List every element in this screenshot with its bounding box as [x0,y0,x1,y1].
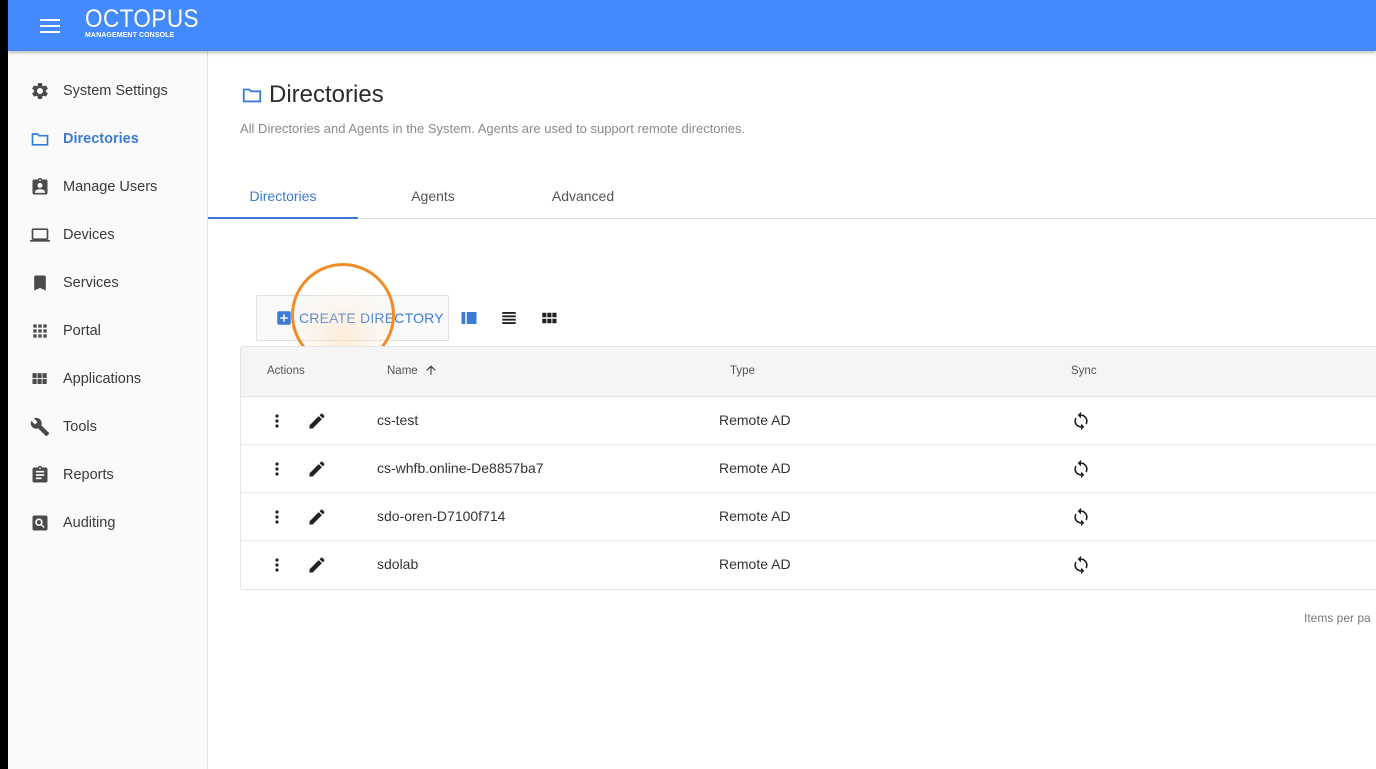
view-module-icon [32,373,47,384]
edit-pencil-icon[interactable] [307,459,327,479]
brand-logo[interactable]: OCTOPUS MANAGEMENT CONSOLE [85,6,212,39]
directory-type: Remote AD [719,460,791,476]
directory-type: Remote AD [719,556,791,572]
wrench-icon [30,417,50,437]
column-header-name[interactable]: Name [387,365,418,377]
sidebar-item-tools[interactable]: Tools [8,403,207,451]
table-header: Actions Name Type Sync [241,347,1376,397]
tab-directories[interactable]: Directories [208,178,358,219]
table-row[interactable]: cs-whfb.online-De8857ba7 Remote AD [241,445,1376,493]
directory-name: sdolab [377,556,419,572]
page-title: Directories [241,81,384,109]
edit-pencil-icon[interactable] [307,411,327,431]
grid-view-icon[interactable] [540,309,558,327]
user-badge-icon [32,177,48,195]
sidebar-item-portal[interactable]: Portal [8,307,207,355]
top-bar: OCTOPUS MANAGEMENT CONSOLE [8,0,1376,51]
directory-name: cs-test [377,412,419,428]
bookmark-icon [34,275,46,291]
sidebar-item-auditing[interactable]: Auditing [8,499,207,547]
more-vert-icon[interactable] [267,459,287,479]
search-box-icon [32,515,48,531]
sidebar-item-label: Devices [63,227,115,243]
page-description: All Directories and Agents in the System… [240,121,746,136]
gear-icon [32,82,48,99]
add-box-icon [277,311,291,325]
more-vert-icon[interactable] [267,507,287,527]
table-row[interactable]: sdo-oren-D7100f714 Remote AD [241,493,1376,541]
folder-icon [31,133,49,146]
apps-grid-icon [33,324,47,338]
toolbar: CREATE DIRECTORY [256,295,557,341]
main-content: Directories All Directories and Agents i… [208,51,1376,769]
sidebar-item-directories[interactable]: Directories [8,115,207,163]
sidebar-item-label: Applications [63,371,142,387]
more-vert-icon[interactable] [267,555,287,575]
sidebar-item-services[interactable]: Services [8,259,207,307]
create-directory-button[interactable]: CREATE DIRECTORY [256,295,449,341]
table-row[interactable]: cs-test Remote AD [241,397,1376,445]
more-vert-icon[interactable] [267,411,287,431]
column-header-actions: Actions [267,365,305,377]
sidebar-item-label: Directories [63,131,139,147]
sidebar-item-label: Tools [63,419,97,435]
laptop-icon [30,228,50,242]
page-title-text: Directories [269,81,384,108]
tab-agents[interactable]: Agents [358,178,508,219]
directory-name: cs-whfb.online-De8857ba7 [377,460,544,476]
tab-bar: Directories Agents Advanced [208,178,1376,219]
sidebar-item-label: Auditing [63,515,116,531]
sync-icon[interactable] [1071,555,1091,575]
sync-icon[interactable] [1071,507,1091,527]
directory-type: Remote AD [719,508,791,524]
sidebar: System Settings Directories Manage Users… [8,51,208,769]
clipboard-icon [32,465,48,483]
folder-icon [242,88,262,103]
column-header-sync: Sync [1071,365,1097,377]
sidebar-item-label: Portal [63,323,101,339]
sync-icon[interactable] [1071,459,1091,479]
create-directory-label: CREATE DIRECTORY [299,310,444,326]
sidebar-item-label: Services [63,275,119,291]
items-per-page-label: Items per pa [1304,611,1371,625]
menu-icon[interactable] [38,14,62,38]
directory-type: Remote AD [719,412,791,428]
sidebar-item-label: System Settings [63,83,168,99]
brand-subtitle: MANAGEMENT CONSOLE [85,32,175,39]
tab-advanced[interactable]: Advanced [508,178,658,219]
sidebar-item-devices[interactable]: Devices [8,211,207,259]
app-frame: OCTOPUS MANAGEMENT CONSOLE System Settin… [8,0,1376,769]
list-view-icon[interactable] [500,309,518,327]
sidebar-item-system-settings[interactable]: System Settings [8,67,207,115]
sidebar-item-applications[interactable]: Applications [8,355,207,403]
edit-pencil-icon[interactable] [307,507,327,527]
table-row[interactable]: sdolab Remote AD [241,541,1376,589]
directory-name: sdo-oren-D7100f714 [377,508,506,524]
card-view-icon[interactable] [460,309,478,327]
sidebar-item-manage-users[interactable]: Manage Users [8,163,207,211]
directories-table: Actions Name Type Sync cs-test Remote AD… [240,346,1376,590]
brand-title: OCTOPUS [85,5,200,33]
sidebar-item-reports[interactable]: Reports [8,451,207,499]
edit-pencil-icon[interactable] [307,555,327,575]
sync-icon[interactable] [1071,411,1091,431]
sidebar-item-label: Reports [63,467,114,483]
sort-ascending-icon[interactable] [424,362,438,378]
column-header-type: Type [730,365,755,377]
sidebar-item-label: Manage Users [63,179,158,195]
